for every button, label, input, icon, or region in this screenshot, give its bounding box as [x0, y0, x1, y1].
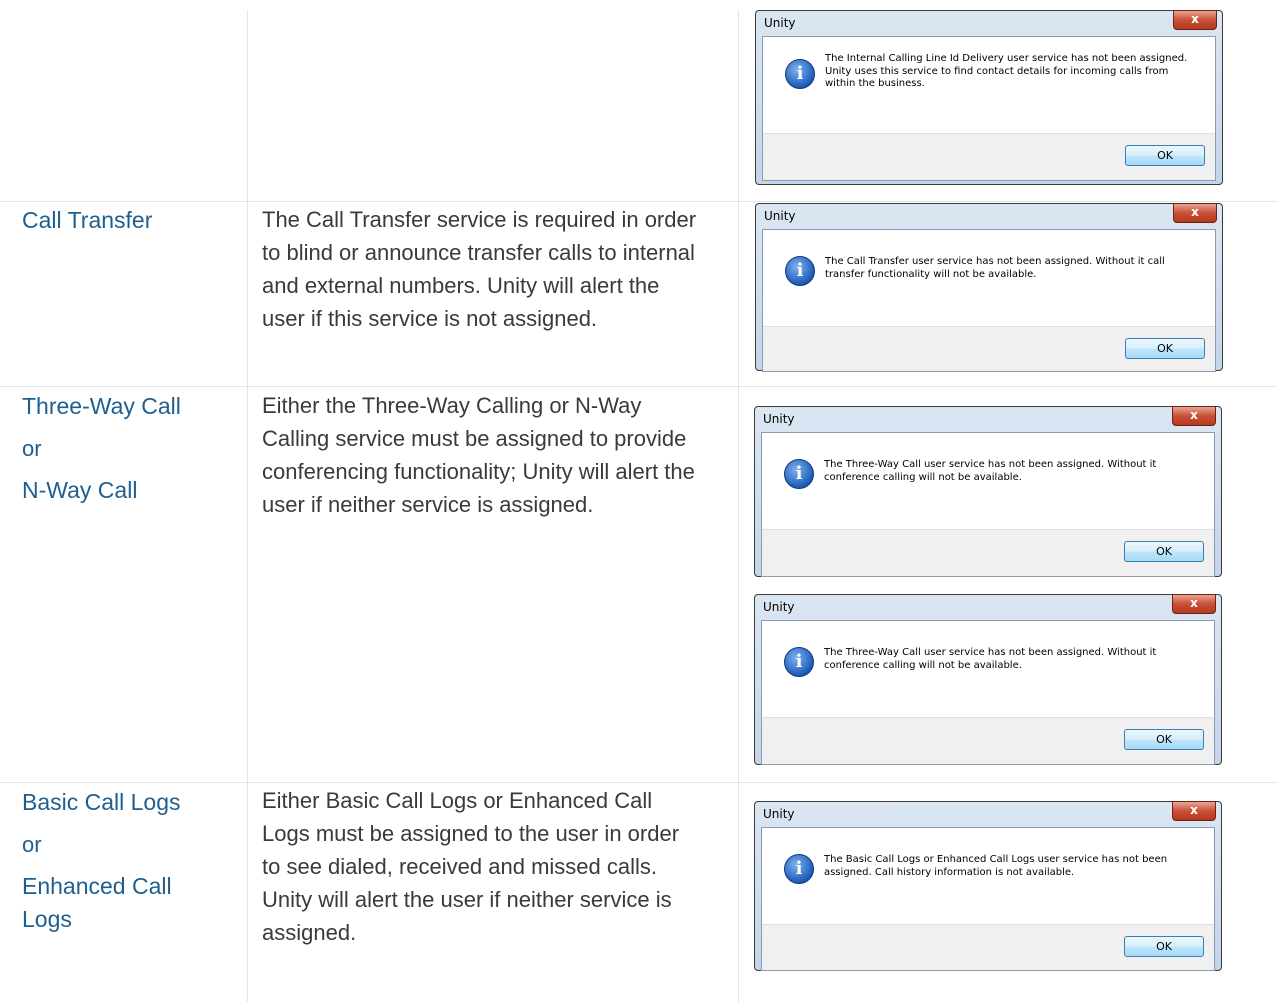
ok-button[interactable]: OK — [1124, 729, 1204, 750]
dialog-three-way-call-2: Unity x i The Three-Way Call user servic… — [754, 594, 1222, 765]
dialog-call-logs: Unity x i The Basic Call Logs or Enhance… — [754, 801, 1222, 971]
dialog-button-area: OK — [762, 529, 1214, 576]
info-icon: i — [784, 459, 814, 489]
row-divider — [0, 201, 1277, 202]
info-icon: i — [784, 647, 814, 677]
close-icon[interactable]: x — [1172, 594, 1216, 614]
dialog-message: The Three-Way Call user service has not … — [824, 459, 1157, 483]
service-description: Either the Three-Way Calling or N-Way Ca… — [262, 393, 695, 517]
info-icon: i — [785, 256, 815, 286]
dialog-button-area: OK — [762, 924, 1214, 970]
dialog-message: The Basic Call Logs or Enhanced Call Log… — [824, 854, 1168, 878]
or-label: or — [22, 832, 42, 857]
dialog-internal-clid: Unity x i The Internal Calling Line Id D… — [755, 10, 1223, 185]
dialog-titlebar: Unity x — [761, 406, 1216, 432]
row-divider — [0, 386, 1277, 387]
dialog-message-area: i The Three-Way Call user service has no… — [762, 433, 1214, 529]
info-icon: i — [784, 854, 814, 884]
dialog-client: i The Basic Call Logs or Enhanced Call L… — [761, 827, 1215, 971]
ok-button[interactable]: OK — [1125, 145, 1205, 166]
dialog-client: i The Call Transfer user service has not… — [762, 229, 1216, 372]
dialog-title: Unity — [764, 209, 796, 223]
service-name: Call Transfer — [22, 204, 237, 237]
service-basic-call-logs: Basic Call Logs — [22, 789, 181, 815]
service-description: Either Basic Call Logs or Enhanced Call … — [262, 788, 680, 945]
dialog-button-area: OK — [763, 133, 1215, 180]
dialog-message-area: i The Basic Call Logs or Enhanced Call L… — [762, 828, 1214, 924]
service-call-transfer: Call Transfer — [22, 207, 153, 233]
service-enhanced-call-logs: Enhanced Call Logs — [22, 873, 172, 932]
service-name: Basic Call Logs or Enhanced Call Logs — [22, 786, 222, 936]
dialog-message: The Internal Calling Line Id Delivery us… — [825, 53, 1188, 89]
service-three-way-call: Three-Way Call — [22, 393, 181, 419]
column-divider — [738, 10, 739, 1002]
dialog-title: Unity — [763, 412, 795, 426]
close-icon[interactable]: x — [1173, 10, 1217, 30]
dialog-client: i The Three-Way Call user service has no… — [761, 432, 1215, 577]
dialog-call-transfer: Unity x i The Call Transfer user service… — [755, 203, 1223, 372]
close-icon[interactable]: x — [1173, 203, 1217, 223]
info-icon: i — [785, 59, 815, 89]
dialog-titlebar: Unity x — [761, 801, 1216, 827]
dialog-title: Unity — [763, 600, 795, 614]
dialog-button-area: OK — [762, 717, 1214, 764]
ok-button[interactable]: OK — [1125, 338, 1205, 359]
dialog-message: The Three-Way Call user service has not … — [824, 647, 1157, 671]
dialog-client: i The Three-Way Call user service has no… — [761, 620, 1215, 765]
dialog-titlebar: Unity x — [761, 594, 1216, 620]
ok-button[interactable]: OK — [1124, 936, 1204, 957]
or-label: or — [22, 436, 42, 461]
row-divider — [0, 782, 1277, 783]
service-name: Three-Way Call or N-Way Call — [22, 390, 237, 507]
ok-button[interactable]: OK — [1124, 541, 1204, 562]
dialog-client: i The Internal Calling Line Id Delivery … — [762, 36, 1216, 181]
service-description: The Call Transfer service is required in… — [262, 207, 697, 331]
dialog-three-way-call: Unity x i The Three-Way Call user servic… — [754, 406, 1222, 577]
dialog-titlebar: Unity x — [762, 203, 1217, 229]
dialog-message-area: i The Three-Way Call user service has no… — [762, 621, 1214, 717]
column-divider — [247, 10, 248, 1002]
dialog-message-area: i The Call Transfer user service has not… — [763, 230, 1215, 326]
dialog-message: The Call Transfer user service has not b… — [825, 256, 1165, 280]
service-n-way-call: N-Way Call — [22, 477, 138, 503]
close-icon[interactable]: x — [1172, 801, 1216, 821]
dialog-title: Unity — [764, 16, 796, 30]
dialog-message-area: i The Internal Calling Line Id Delivery … — [763, 37, 1215, 133]
close-icon[interactable]: x — [1172, 406, 1216, 426]
dialog-titlebar: Unity x — [762, 10, 1217, 36]
dialog-button-area: OK — [763, 326, 1215, 371]
dialog-title: Unity — [763, 807, 795, 821]
